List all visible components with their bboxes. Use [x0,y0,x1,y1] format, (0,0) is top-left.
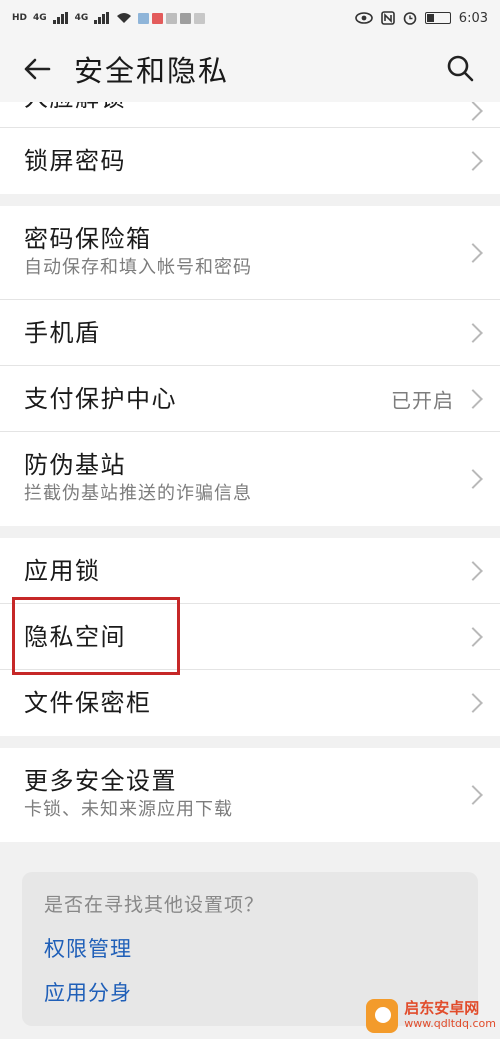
settings-group-3: 应用锁 隐私空间 文件保密柜 [0,538,500,736]
app-bar: 安全和隐私 [0,36,500,102]
item-label: 隐私空间 [24,623,126,651]
watermark-url: www.qdltdq.com [404,1017,496,1030]
chevron-right-icon [463,693,483,713]
item-label: 锁屏密码 [24,147,126,175]
watermark-brand: 启东安卓网 [404,999,480,1017]
settings-group-2: 密码保险箱 自动保存和填入帐号和密码 手机盾 支付保护中心 已开启 防伪基站 拦… [0,206,500,526]
list-item-lock-screen-password[interactable]: 锁屏密码 [0,128,500,194]
suggestion-question: 是否在寻找其他设置项？ [44,894,265,916]
page-title: 安全和隐私 [74,54,230,88]
battery-icon [424,12,451,24]
alarm-icon [403,12,417,25]
arrow-left-icon [24,58,51,80]
hd-indicator: HD [12,13,28,23]
chevron-right-icon [463,322,483,343]
settings-group-1: 人脸解锁 锁屏密码 [0,102,500,194]
chevron-right-icon [463,469,483,489]
item-subtitle: 自动保存和填入帐号和密码 [24,257,252,278]
eye-icon [354,12,373,24]
item-subtitle: 拦截伪基站推送的诈骗信息 [24,483,252,504]
signal-icon-2 [94,12,110,24]
list-item-face-unlock[interactable]: 人脸解锁 [0,102,500,128]
network-type-1: 4G [33,13,47,23]
item-label: 密码保险箱 [24,225,152,253]
item-label: 文件保密柜 [24,689,152,717]
watermark-logo-icon [366,999,399,1033]
status-bar: HD 4G 4G 6:03 [0,0,500,36]
signal-icon [52,12,68,24]
notification-icons [138,12,206,24]
list-item-payment-protection[interactable]: 支付保护中心 已开启 [0,366,500,432]
clock: 6:03 [458,10,488,26]
list-item-more-security[interactable]: 更多安全设置 卡锁、未知来源应用下载 [0,748,500,842]
list-item-private-space[interactable]: 隐私空间 [0,604,500,670]
watermark: 启东安卓网 www.qdltdq.com [366,993,496,1039]
list-item-app-lock[interactable]: 应用锁 [0,538,500,604]
settings-group-4: 更多安全设置 卡锁、未知来源应用下载 [0,748,500,842]
link-permission-management[interactable]: 权限管理 [44,934,456,964]
item-label: 支付保护中心 [24,385,177,413]
back-button[interactable] [18,50,56,88]
item-subtitle: 卡锁、未知来源应用下载 [24,799,233,820]
list-item-file-safe[interactable]: 文件保密柜 [0,670,500,736]
search-button[interactable] [442,50,478,86]
chevron-right-icon [463,388,483,409]
list-item-password-vault[interactable]: 密码保险箱 自动保存和填入帐号和密码 [0,206,500,300]
item-label: 防伪基站 [24,451,126,479]
wifi-icon [117,13,132,23]
item-label: 人脸解锁 [24,102,450,114]
chevron-right-icon [463,560,483,581]
search-icon [447,55,474,82]
item-label: 手机盾 [24,319,101,347]
nfc-icon [380,11,395,25]
status-value: 已开启 [391,388,454,412]
chevron-right-icon [463,242,483,263]
chevron-right-icon [463,785,483,805]
chevron-right-icon [463,151,483,171]
list-item-phone-shield[interactable]: 手机盾 [0,300,500,366]
chevron-right-icon [463,626,483,647]
chevron-right-icon [463,102,483,121]
item-label: 更多安全设置 [24,767,177,795]
item-label: 应用锁 [24,557,101,585]
settings-list[interactable]: 人脸解锁 锁屏密码 密码保险箱 自动保存和填入帐号和密码 手机盾 支付保护中心 … [0,102,500,1039]
list-item-fake-base-station[interactable]: 防伪基站 拦截伪基站推送的诈骗信息 [0,432,500,526]
network-type-2: 4G [74,13,89,23]
